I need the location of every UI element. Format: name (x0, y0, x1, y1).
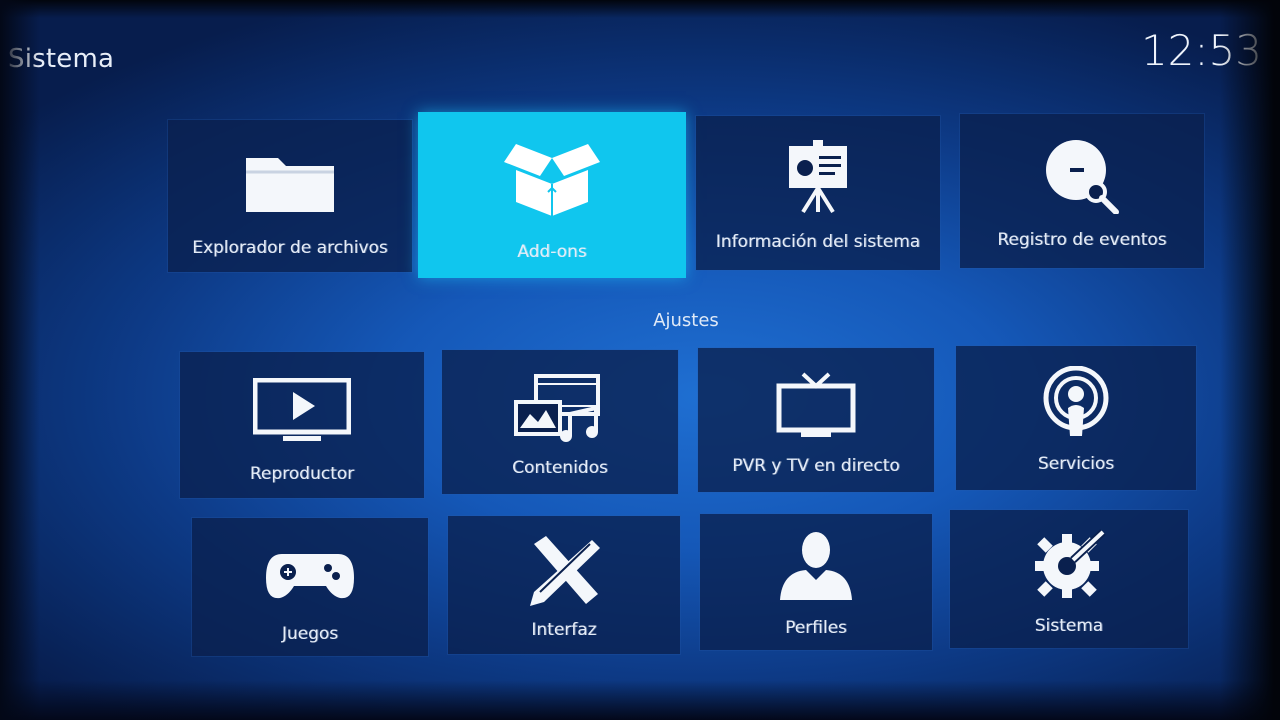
interface-label: Interfaz (531, 620, 597, 640)
event-log-tile[interactable]: Registro de eventos (960, 114, 1204, 268)
media-label: Contenidos (512, 458, 608, 478)
profiles-tile[interactable]: Perfiles (700, 514, 932, 650)
pencil-ruler-icon (526, 534, 602, 610)
kodi-system-screen: Sistema 12:53 Explorador de archivos Add… (0, 0, 1280, 720)
addons-tile[interactable]: Add-ons (418, 112, 686, 278)
clock-search-icon (1040, 136, 1124, 218)
bezel-right (1220, 0, 1280, 720)
event-log-label: Registro de eventos (997, 230, 1167, 250)
folder-icon (240, 148, 340, 220)
system-info-label: Información del sistema (715, 232, 921, 252)
addons-label: Add-ons (517, 242, 587, 262)
pvr-label: PVR y TV en directo (732, 456, 900, 476)
gamepad-icon (264, 548, 356, 606)
bezel-top (0, 0, 1280, 18)
presentation-board-icon (783, 140, 853, 218)
services-tile[interactable]: Servicios (956, 346, 1196, 490)
bezel-left (0, 0, 40, 720)
system-tile[interactable]: Sistema (950, 510, 1188, 648)
system-info-tile[interactable]: Información del sistema (696, 116, 940, 270)
media-library-icon (514, 374, 606, 448)
user-icon (776, 530, 856, 604)
file-manager-label: Explorador de archivos (192, 238, 388, 258)
play-monitor-icon (252, 377, 352, 448)
player-tile[interactable]: Reproductor (180, 352, 424, 498)
player-label: Reproductor (249, 464, 355, 484)
bezel-bottom (0, 680, 1280, 720)
gear-wrench-icon (1029, 528, 1109, 604)
interface-tile[interactable]: Interfaz (448, 516, 680, 654)
games-label: Juegos (281, 624, 339, 644)
settings-section-title: Ajustes (653, 310, 719, 331)
media-tile[interactable]: Contenidos (442, 350, 678, 494)
profiles-label: Perfiles (785, 618, 847, 638)
podcast-icon (1040, 365, 1112, 442)
file-manager-tile[interactable]: Explorador de archivos (168, 120, 412, 272)
system-label: Sistema (1034, 616, 1104, 636)
pvr-tile[interactable]: PVR y TV en directo (698, 348, 934, 492)
tv-antenna-icon (775, 370, 857, 442)
open-box-icon (502, 136, 602, 222)
games-tile[interactable]: Juegos (192, 518, 428, 656)
services-label: Servicios (1037, 454, 1115, 474)
